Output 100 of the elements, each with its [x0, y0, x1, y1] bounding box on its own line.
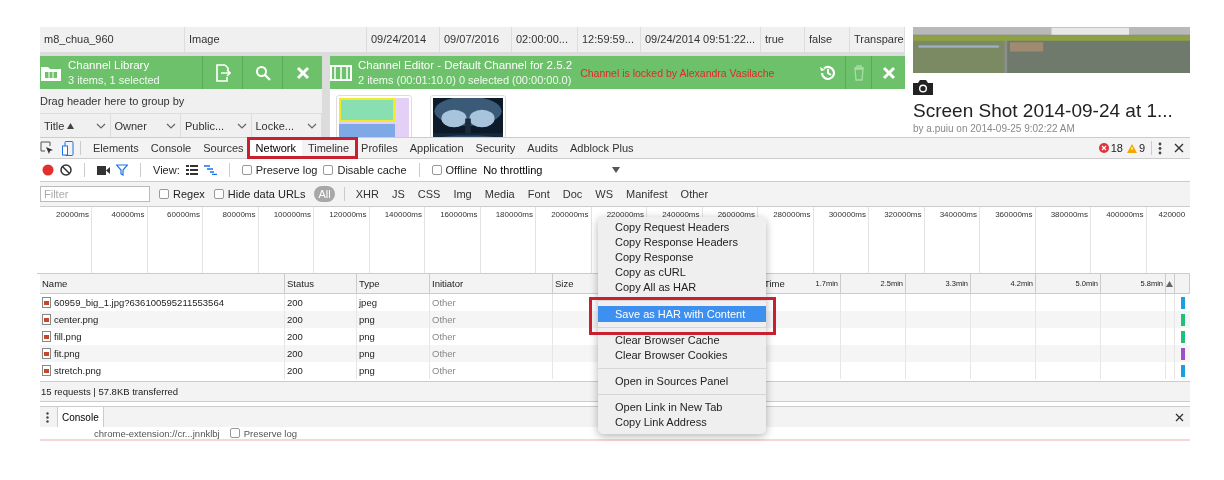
menu-item[interactable]: Copy Response — [598, 250, 766, 265]
more-icon[interactable] — [46, 411, 49, 423]
column-header[interactable]: Time — [764, 278, 785, 289]
filter-field[interactable]: Filter — [40, 186, 150, 202]
checkbox-label: Preserve log — [243, 427, 297, 439]
caret-icon — [95, 122, 106, 129]
close-icon[interactable] — [1175, 412, 1184, 422]
camera-icon — [913, 80, 933, 95]
more-icon[interactable] — [1158, 141, 1162, 155]
menu-item[interactable]: Open in Sources Panel — [598, 374, 766, 389]
filter-type[interactable]: CSS — [415, 186, 443, 202]
filter-type[interactable]: Manifest — [624, 186, 670, 202]
table-cell: 09/07/2016 — [440, 27, 512, 52]
checkbox[interactable] — [241, 165, 252, 175]
tick-label: 300000ms — [828, 210, 866, 219]
column-header[interactable]: Type — [359, 278, 380, 289]
filter-type[interactable]: Media — [482, 186, 517, 202]
checkbox[interactable] — [431, 165, 442, 175]
menu-item[interactable]: Open Link in New Tab — [598, 400, 766, 415]
table-cell: 200 — [287, 348, 303, 359]
preview-title: Screen Shot 2014-09-24 at 1... — [913, 99, 1174, 123]
caret-icon — [166, 122, 176, 129]
panel-title: Channel Editor - Default Channel for 2.5.2 — [358, 58, 573, 73]
table-cell: jpeg — [359, 297, 377, 308]
tab[interactable]: Sources — [197, 138, 250, 158]
filter-type[interactable]: Img — [451, 186, 474, 202]
error-count: 18 — [1110, 142, 1123, 154]
tick-label: 60000ms — [167, 210, 200, 219]
tab[interactable]: Application — [403, 138, 470, 158]
checkbox[interactable] — [159, 189, 169, 199]
context-selector[interactable]: chrome-extension://cr...jnnklbj — [94, 427, 220, 439]
close-icon[interactable] — [1174, 143, 1184, 153]
column-header[interactable]: Initiator — [432, 278, 464, 289]
menu-item[interactable]: Clear Browser Cache — [598, 333, 766, 348]
tick-label: 220000ms — [606, 210, 644, 219]
tab[interactable]: Timeline — [301, 140, 356, 156]
warning-count: 9 — [1138, 142, 1145, 154]
column-header[interactable]: Status — [287, 278, 314, 289]
checkbox[interactable] — [323, 165, 334, 175]
history-icon — [819, 63, 837, 82]
menu-item[interactable]: Copy as cURL — [598, 265, 766, 280]
table-cell: 09/24/2014 — [367, 27, 440, 52]
menu-item[interactable]: Copy Response Headers — [598, 235, 766, 250]
tick-label: 240000ms — [662, 210, 700, 219]
tick-label: 200000ms — [551, 210, 589, 219]
column-header[interactable]: Size — [555, 278, 574, 289]
tab[interactable]: Audits — [521, 138, 564, 158]
view-label: View: — [153, 164, 180, 176]
filter-type[interactable]: WS — [593, 186, 615, 202]
throttling-dropdown[interactable]: No throttling — [483, 164, 621, 176]
tick-label: 380000ms — [1050, 210, 1088, 219]
close-icon — [880, 64, 897, 81]
menu-item[interactable]: Copy Request Headers — [598, 220, 766, 235]
filter-icon[interactable] — [116, 164, 128, 176]
tab[interactable]: Security — [469, 138, 522, 158]
warning-icon — [1126, 143, 1137, 153]
menu-item[interactable]: Clear Browser Cookies — [598, 348, 766, 363]
tick-label: 20000ms — [56, 210, 89, 219]
tab[interactable]: Elements — [87, 138, 145, 158]
table-cell: Other — [432, 348, 456, 359]
table-cell: 200 — [287, 314, 303, 325]
tick-label: 420000 — [1158, 210, 1186, 219]
record-icon[interactable] — [42, 164, 54, 176]
filter-type[interactable]: Doc — [560, 186, 585, 202]
column-label: Locke... — [255, 119, 295, 132]
channel-item[interactable] — [430, 95, 506, 137]
tick-label: 100000ms — [273, 210, 311, 219]
tab[interactable]: Adblock Plus — [563, 138, 640, 158]
table-cell: 200 — [287, 365, 303, 376]
caret-icon — [236, 122, 247, 129]
table-cell: 09/24/2014 09:51:22... — [641, 27, 761, 52]
filter-type[interactable]: XHR — [353, 186, 381, 202]
menu-item[interactable]: Copy Link Address — [598, 415, 766, 430]
clear-icon[interactable] — [60, 164, 72, 176]
filter-type[interactable]: Font — [525, 186, 552, 202]
column-label: Title — [44, 119, 65, 132]
waterfall-view-icon[interactable] — [203, 165, 217, 175]
video-camera-icon[interactable] — [97, 165, 110, 175]
drawer-tab[interactable]: Console — [57, 407, 104, 427]
inspect-icon[interactable] — [40, 141, 54, 155]
list-view-icon[interactable] — [185, 165, 198, 175]
menu-item[interactable]: Copy All as HAR — [598, 280, 766, 295]
tick-label: 140000ms — [384, 210, 422, 219]
tab[interactable]: Console — [144, 138, 198, 158]
device-icon[interactable] — [62, 140, 74, 156]
tick-label: 260000ms — [717, 210, 755, 219]
checkbox-label: Regex — [173, 188, 205, 200]
checkbox[interactable] — [229, 428, 240, 438]
tab[interactable]: Profiles — [355, 138, 404, 158]
table-cell: png — [359, 331, 375, 342]
sort-ascending-icon[interactable] — [1166, 280, 1173, 287]
filter-type[interactable]: JS — [389, 186, 407, 202]
column-header[interactable]: Name — [42, 278, 68, 289]
table-cell: Other — [432, 314, 456, 325]
filter-type[interactable]: Other — [678, 186, 711, 202]
checkbox[interactable] — [213, 189, 224, 199]
table-cell: Image — [185, 27, 367, 52]
table-cell: png — [359, 314, 375, 325]
error-icon — [1098, 143, 1109, 153]
tab[interactable]: Network — [249, 140, 302, 156]
